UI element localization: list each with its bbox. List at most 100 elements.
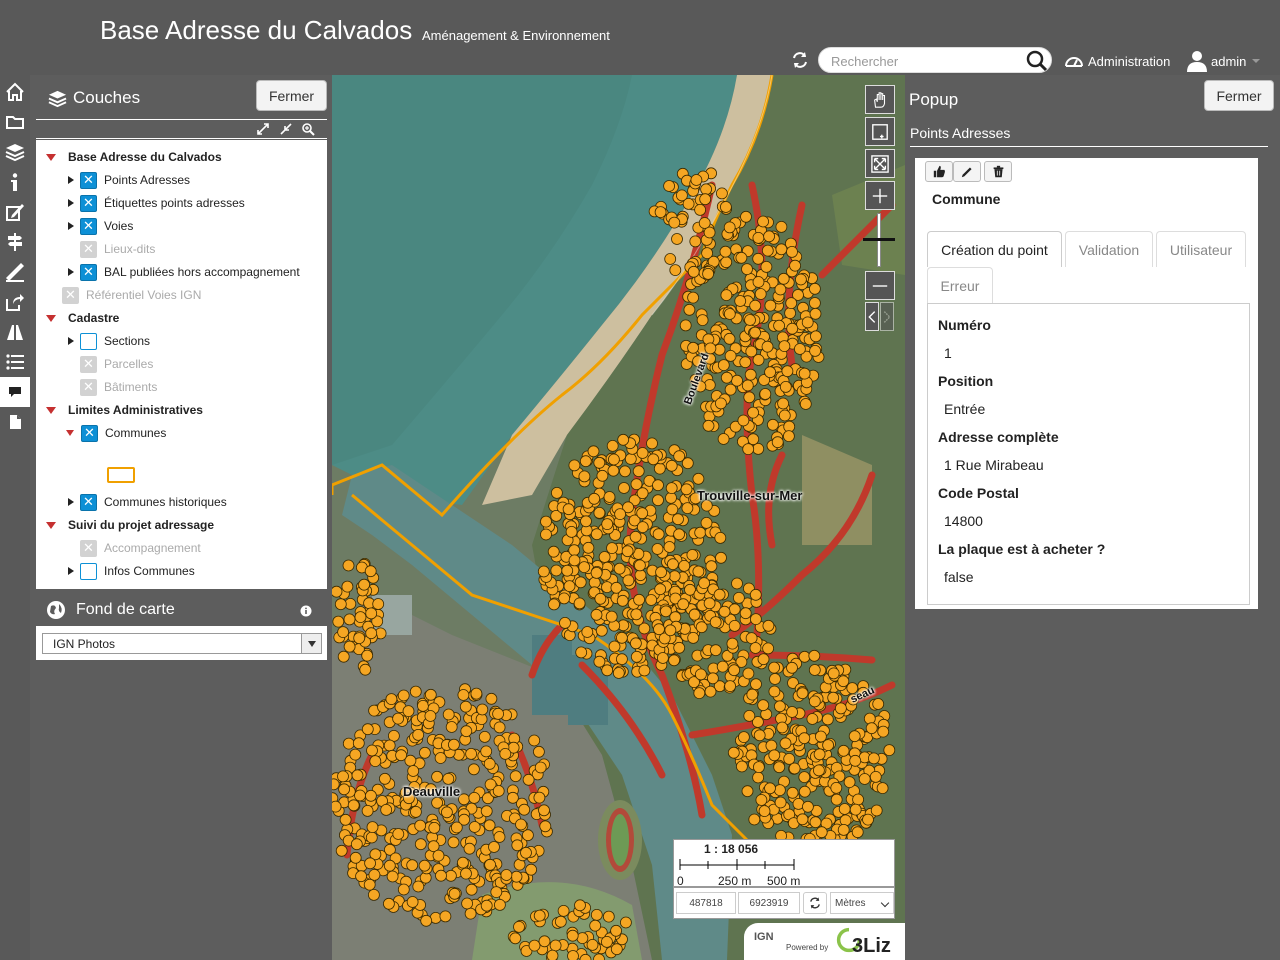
address-point[interactable] xyxy=(510,870,523,883)
pan-button[interactable] xyxy=(865,85,895,114)
unit-select[interactable]: Mètres xyxy=(830,892,894,914)
address-point[interactable] xyxy=(808,297,821,309)
tree-layer-communes[interactable]: ✕ Communes xyxy=(66,423,166,443)
address-point[interactable] xyxy=(808,695,821,708)
address-point[interactable] xyxy=(786,322,799,335)
address-point[interactable] xyxy=(385,693,398,705)
address-point[interactable] xyxy=(614,508,627,521)
address-point[interactable] xyxy=(601,518,614,531)
address-point[interactable] xyxy=(757,215,770,228)
address-point[interactable] xyxy=(808,282,821,295)
address-point[interactable] xyxy=(412,880,425,893)
address-point[interactable] xyxy=(590,608,603,621)
history-forward-button[interactable] xyxy=(880,302,894,331)
address-point[interactable] xyxy=(602,910,615,923)
address-point[interactable] xyxy=(778,340,791,353)
address-point[interactable] xyxy=(664,253,677,265)
address-point[interactable] xyxy=(424,710,437,722)
address-point[interactable] xyxy=(786,245,798,258)
address-point[interactable] xyxy=(480,805,493,818)
address-point[interactable] xyxy=(534,761,547,774)
address-point[interactable] xyxy=(749,299,762,312)
address-point[interactable] xyxy=(509,770,522,783)
address-point[interactable] xyxy=(365,831,378,844)
address-point[interactable] xyxy=(696,314,709,327)
address-point[interactable] xyxy=(755,794,768,806)
address-point[interactable] xyxy=(632,465,645,478)
address-point[interactable] xyxy=(715,551,727,564)
address-point[interactable] xyxy=(656,652,669,664)
address-point[interactable] xyxy=(593,456,606,469)
address-point[interactable] xyxy=(681,502,694,515)
address-point[interactable] xyxy=(796,813,809,826)
address-point[interactable] xyxy=(549,939,562,952)
address-point[interactable] xyxy=(731,577,743,590)
address-point[interactable] xyxy=(750,678,762,691)
expand-icon[interactable] xyxy=(68,222,74,230)
address-point[interactable] xyxy=(716,660,729,673)
measure-button[interactable] xyxy=(0,257,30,287)
address-point[interactable] xyxy=(406,896,419,908)
address-point[interactable] xyxy=(636,447,649,459)
address-point[interactable] xyxy=(468,792,481,804)
address-point[interactable] xyxy=(777,397,790,410)
address-point[interactable] xyxy=(500,869,513,881)
address-point[interactable] xyxy=(741,379,754,392)
address-point[interactable] xyxy=(442,708,455,721)
address-point[interactable] xyxy=(687,291,700,304)
address-point[interactable] xyxy=(420,914,433,927)
address-point[interactable] xyxy=(758,805,771,817)
permalink-button[interactable] xyxy=(0,287,30,317)
address-point[interactable] xyxy=(801,316,814,329)
address-point[interactable] xyxy=(493,831,506,843)
address-point[interactable] xyxy=(798,732,811,745)
address-point[interactable] xyxy=(460,867,472,880)
address-point[interactable] xyxy=(582,541,595,554)
delete-feature-button[interactable] xyxy=(984,161,1012,182)
address-point[interactable] xyxy=(578,470,591,483)
address-point[interactable] xyxy=(513,921,525,933)
address-point[interactable] xyxy=(677,598,690,611)
address-point[interactable] xyxy=(760,260,773,273)
address-point[interactable] xyxy=(752,252,765,265)
address-point[interactable] xyxy=(764,782,776,795)
address-point[interactable] xyxy=(749,588,762,601)
address-point[interactable] xyxy=(638,664,651,677)
address-point[interactable] xyxy=(762,619,775,632)
address-point[interactable] xyxy=(739,356,752,369)
collapse-all-icon[interactable] xyxy=(279,122,293,136)
address-point[interactable] xyxy=(849,803,862,816)
address-point[interactable] xyxy=(713,588,726,601)
address-point[interactable] xyxy=(590,909,603,921)
address-point[interactable] xyxy=(349,851,362,864)
address-point[interactable] xyxy=(607,453,620,466)
zoom-extent-button[interactable] xyxy=(865,149,895,178)
address-point[interactable] xyxy=(465,748,478,760)
user-menu[interactable]: admin xyxy=(1187,50,1261,72)
address-point[interactable] xyxy=(629,530,642,543)
address-point[interactable] xyxy=(355,870,368,883)
address-point[interactable] xyxy=(735,760,748,773)
address-point[interactable] xyxy=(687,632,700,644)
address-point[interactable] xyxy=(746,688,759,701)
tree-layer-lieux-dits[interactable]: ✕ Lieux-dits xyxy=(80,239,155,259)
address-point[interactable] xyxy=(332,615,345,628)
edit-button[interactable] xyxy=(0,197,30,227)
address-point[interactable] xyxy=(630,650,643,663)
expand-all-icon[interactable] xyxy=(256,122,270,136)
address-point[interactable] xyxy=(869,771,882,783)
address-point[interactable] xyxy=(769,673,781,685)
address-point[interactable] xyxy=(709,616,722,628)
address-point[interactable] xyxy=(752,761,765,773)
address-point[interactable] xyxy=(353,632,366,644)
address-point[interactable] xyxy=(515,818,527,831)
address-point[interactable] xyxy=(598,551,611,563)
address-point[interactable] xyxy=(540,528,552,541)
address-point[interactable] xyxy=(338,783,351,796)
address-point[interactable] xyxy=(694,668,707,681)
address-point[interactable] xyxy=(726,637,739,650)
address-point[interactable] xyxy=(380,804,393,816)
address-point[interactable] xyxy=(779,380,792,393)
dataviz-button[interactable] xyxy=(0,317,30,347)
popup-button[interactable] xyxy=(0,377,30,407)
